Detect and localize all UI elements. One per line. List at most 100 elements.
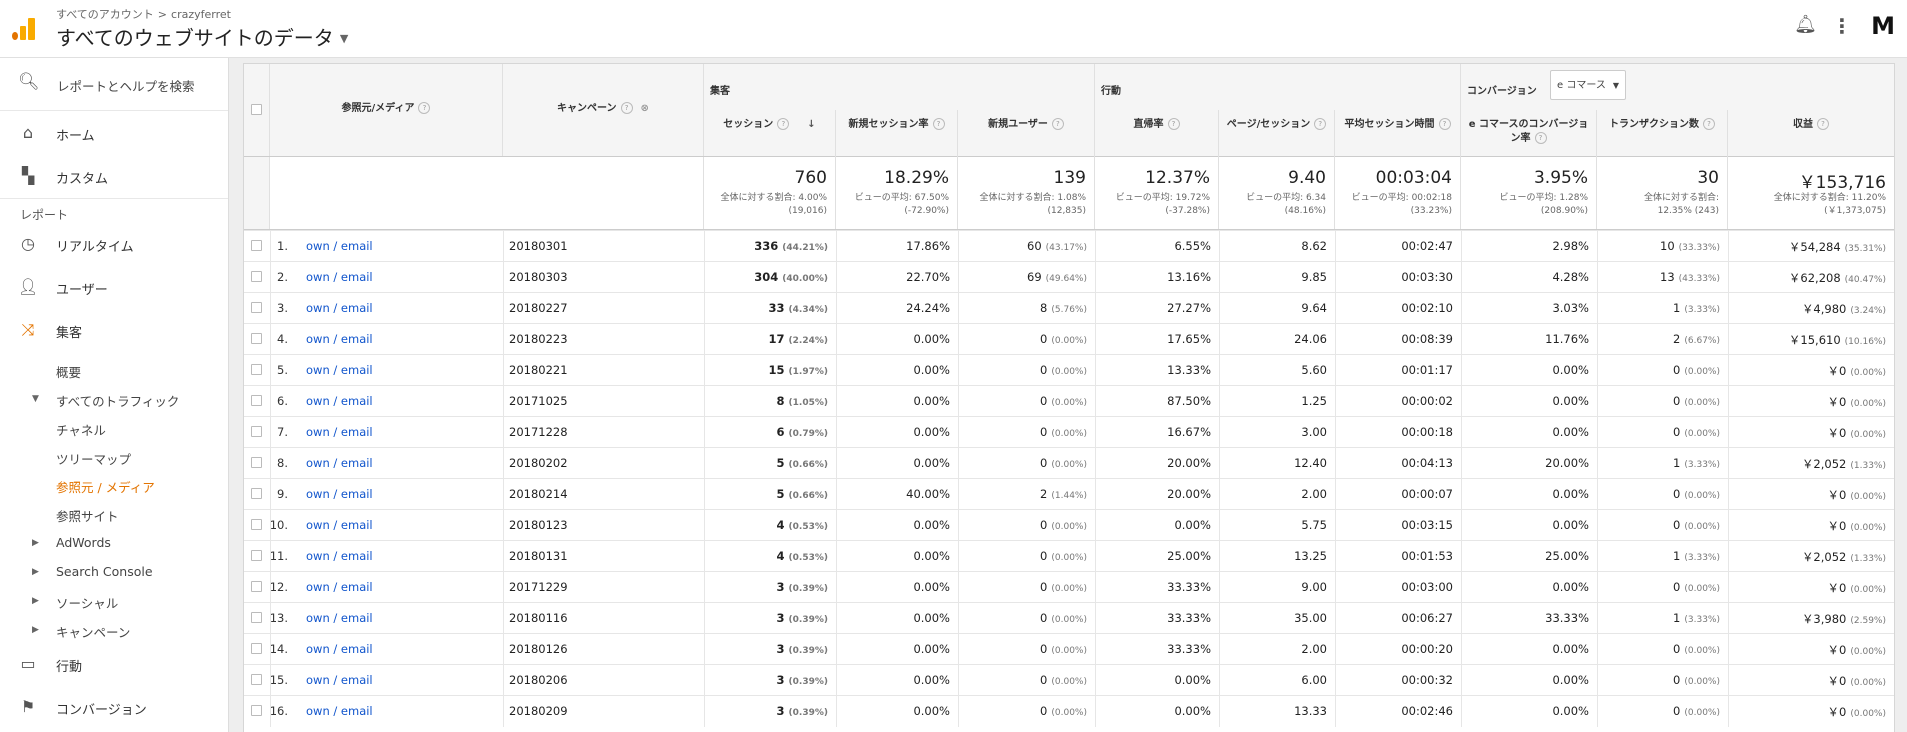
row-checkbox[interactable]: [251, 240, 262, 251]
col-new-session-rate[interactable]: 新規セッション率?: [836, 110, 958, 156]
row-checkbox[interactable]: [251, 519, 262, 530]
col-ecommerce-conversion-rate[interactable]: e コマースのコンバージョン率?: [1461, 110, 1597, 156]
breadcrumb-accounts[interactable]: すべてのアカウント: [56, 8, 154, 21]
sidebar-sub-source-medium[interactable]: 参照元 / メディア: [56, 477, 155, 496]
col-avg-session-duration[interactable]: 平均セッション時間?: [1335, 110, 1461, 156]
source-medium-link[interactable]: own / email: [306, 673, 373, 687]
help-icon[interactable]: ?: [1438, 118, 1451, 130]
avg-session-duration-value: 00:02:47: [1401, 239, 1453, 253]
report-search[interactable]: 🔍︎ レポートとヘルプを検索: [0, 58, 228, 111]
row-checkbox[interactable]: [251, 674, 262, 685]
source-medium-link[interactable]: own / email: [306, 239, 373, 253]
help-icon[interactable]: ?: [1817, 118, 1829, 130]
column-separator: [503, 572, 504, 603]
sidebar-sub-social[interactable]: ソーシャル: [56, 593, 118, 612]
sidebar-sub-all-traffic[interactable]: すべてのトラフィック: [56, 391, 179, 410]
help-icon[interactable]: ?: [1703, 118, 1715, 130]
conversion-type-select[interactable]: e コマース ▼: [1550, 70, 1626, 100]
source-medium-link[interactable]: own / email: [306, 363, 373, 377]
source-medium-link[interactable]: own / email: [306, 301, 373, 315]
col-new-users[interactable]: 新規ユーザー?: [958, 110, 1095, 156]
breadcrumb[interactable]: すべてのアカウント > crazyferret: [56, 6, 231, 22]
help-icon[interactable]: ?: [777, 118, 790, 130]
sidebar-item-conversions[interactable]: ⚑ コンバージョン: [0, 689, 228, 725]
col-transactions[interactable]: トランザクション数?: [1597, 110, 1728, 156]
help-icon[interactable]: ?: [1051, 118, 1064, 130]
source-medium-link[interactable]: own / email: [306, 332, 373, 346]
sidebar-sub-channels[interactable]: チャネル: [56, 420, 106, 439]
sidebar-item-label: ホーム: [56, 129, 95, 144]
expand-right-icon[interactable]: ▶: [32, 625, 39, 635]
help-icon[interactable]: ?: [1534, 132, 1547, 144]
avatar[interactable]: M: [1871, 12, 1895, 40]
col-campaign[interactable]: キャンペーン? ⊗: [503, 64, 704, 156]
source-medium-link[interactable]: own / email: [306, 456, 373, 470]
row-checkbox[interactable]: [251, 364, 262, 375]
expand-right-icon[interactable]: ▶: [32, 596, 39, 606]
expand-down-icon[interactable]: ▼: [32, 394, 39, 404]
row-checkbox[interactable]: [251, 550, 262, 561]
source-medium-link[interactable]: own / email: [306, 487, 373, 501]
row-checkbox[interactable]: [251, 302, 262, 313]
sidebar-sub-search-console[interactable]: Search Console: [56, 564, 153, 579]
help-icon[interactable]: ?: [620, 102, 633, 114]
source-medium-link[interactable]: own / email: [306, 425, 373, 439]
sidebar-item-realtime[interactable]: ◷ リアルタイム: [0, 226, 228, 262]
metric-cell: 3 (0.39%): [777, 673, 828, 687]
row-checkbox[interactable]: [251, 457, 262, 468]
expand-right-icon[interactable]: ▶: [32, 567, 39, 577]
analytics-logo[interactable]: [12, 18, 36, 40]
help-icon[interactable]: ?: [418, 102, 431, 114]
col-pages-per-session[interactable]: ページ/セッション?: [1219, 110, 1335, 156]
col-bounce-rate[interactable]: 直帰率?: [1095, 110, 1219, 156]
row-checkbox[interactable]: [251, 333, 262, 344]
sidebar-item-behavior[interactable]: ▭ 行動: [0, 646, 228, 682]
metric-cell: 0 (0.00%): [1040, 549, 1087, 563]
sidebar-sub-campaigns[interactable]: キャンペーン: [56, 622, 130, 641]
sidebar-item-custom[interactable]: ▚ カスタム: [0, 158, 228, 194]
expand-right-icon[interactable]: ▶: [32, 538, 39, 548]
select-all-checkbox[interactable]: [251, 104, 262, 115]
breadcrumb-property[interactable]: crazyferret: [171, 8, 231, 21]
source-medium-link[interactable]: own / email: [306, 518, 373, 532]
sidebar-sub-referrals[interactable]: 参照サイト: [56, 506, 119, 525]
column-separator: [1095, 231, 1096, 262]
source-medium-link[interactable]: own / email: [306, 580, 373, 594]
notification-bell-icon[interactable]: 🔔︎: [1794, 14, 1817, 35]
help-icon[interactable]: ?: [1314, 118, 1327, 130]
row-checkbox[interactable]: [251, 643, 262, 654]
row-rank: 14.: [269, 642, 288, 656]
search-placeholder[interactable]: レポートとヘルプを検索: [57, 76, 195, 95]
source-medium-link[interactable]: own / email: [306, 270, 373, 284]
sidebar-sub-overview[interactable]: 概要: [56, 362, 81, 381]
help-icon[interactable]: ?: [932, 118, 945, 130]
row-checkbox[interactable]: [251, 612, 262, 623]
row-checkbox[interactable]: [251, 271, 262, 282]
help-icon[interactable]: ?: [1167, 118, 1180, 130]
col-source-medium[interactable]: 参照元/メディア?: [270, 64, 503, 156]
col-sessions[interactable]: セッション? ↓: [704, 110, 836, 156]
view-selector[interactable]: すべてのウェブサイトのデータ ▼: [56, 22, 348, 51]
source-medium-link[interactable]: own / email: [306, 611, 373, 625]
row-checkbox[interactable]: [251, 581, 262, 592]
sidebar-item-home[interactable]: ⌂ ホーム: [0, 115, 228, 151]
table-row: 8. own / email 20180202 5 (0.66%) 0.00% 0 (0.00…: [244, 447, 1894, 479]
source-medium-link[interactable]: own / email: [306, 549, 373, 563]
more-options-icon[interactable]: ⋮: [1832, 14, 1852, 38]
sidebar-sub-treemap[interactable]: ツリーマップ: [56, 449, 131, 468]
row-checkbox[interactable]: [251, 426, 262, 437]
remove-dimension-icon[interactable]: ⊗: [641, 103, 649, 114]
row-checkbox[interactable]: [251, 488, 262, 499]
source-medium-link[interactable]: own / email: [306, 394, 373, 408]
sessions-percent: (40.00%): [782, 274, 828, 284]
row-checkbox[interactable]: [251, 705, 262, 716]
sidebar-sub-adwords[interactable]: AdWords: [56, 535, 111, 550]
col-revenue[interactable]: 収益?: [1728, 110, 1894, 156]
sort-descending-icon[interactable]: ↓: [807, 119, 815, 130]
row-checkbox[interactable]: [251, 395, 262, 406]
column-separator: [704, 231, 705, 262]
source-medium-link[interactable]: own / email: [306, 704, 373, 718]
sidebar-item-users[interactable]: 👤︎ ユーザー: [0, 269, 228, 305]
sidebar-item-acquisition[interactable]: ⤨ 集客: [0, 312, 228, 348]
source-medium-link[interactable]: own / email: [306, 642, 373, 656]
